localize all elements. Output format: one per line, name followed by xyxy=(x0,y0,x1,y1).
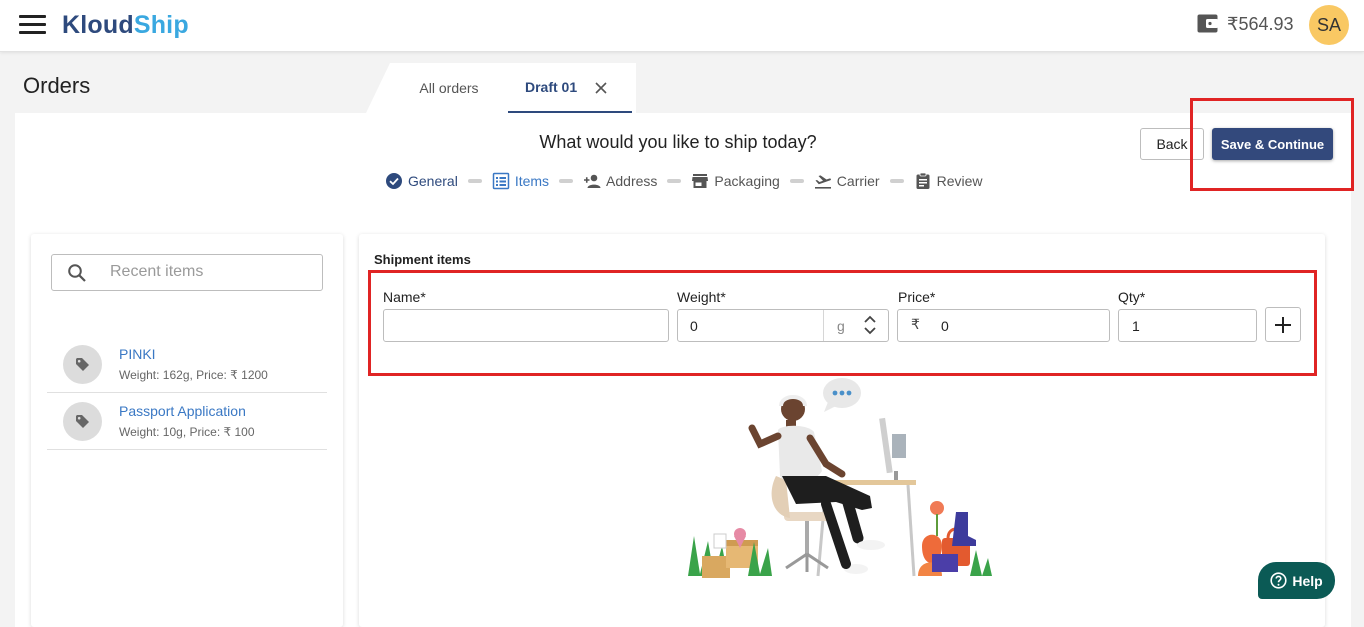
step-review[interactable]: Review xyxy=(914,172,983,190)
close-icon[interactable] xyxy=(594,81,608,95)
step-divider xyxy=(667,179,682,183)
tag-icon xyxy=(76,415,89,428)
list-icon xyxy=(492,172,510,190)
tab-draft-01[interactable]: Draft 01 xyxy=(508,63,632,113)
wallet-icon[interactable] xyxy=(1197,14,1218,33)
recent-item-name: Passport Application xyxy=(119,403,246,419)
recent-search-input[interactable] xyxy=(110,257,310,287)
tab-draft-label: Draft 01 xyxy=(525,79,578,95)
step-divider xyxy=(789,179,804,183)
step-general[interactable]: General xyxy=(385,172,458,190)
step-label: Packaging xyxy=(714,173,780,189)
wallet-balance: ₹564.93 xyxy=(1227,14,1294,34)
step-divider xyxy=(559,179,574,183)
top-bar: KloudShip ₹564.93 SA xyxy=(0,0,1364,52)
step-label: Review xyxy=(936,173,983,189)
item-avatar xyxy=(63,345,102,384)
recent-item-meta: Weight: 10g, Price: ₹ 100 xyxy=(119,425,255,439)
help-circle-icon xyxy=(1270,572,1287,589)
avatar[interactable]: SA xyxy=(1309,5,1349,45)
store-icon xyxy=(692,174,709,188)
check-circle-icon xyxy=(386,173,402,189)
recent-item-passport[interactable]: Passport Application Weight: 10g, Price:… xyxy=(47,393,327,450)
step-label: Items xyxy=(514,173,550,189)
help-label: Help xyxy=(1292,572,1323,589)
app-logo[interactable]: KloudShip xyxy=(62,11,189,40)
flight-takeoff-icon xyxy=(814,175,831,189)
page-title: Orders xyxy=(23,73,91,98)
tag-icon xyxy=(76,358,89,371)
person-add-icon xyxy=(584,174,601,188)
step-carrier[interactable]: Carrier xyxy=(814,172,880,190)
step-items[interactable]: Items xyxy=(492,172,549,190)
wizard-stepper: General Items Address Packaging Carrier … xyxy=(385,170,982,192)
step-label: General xyxy=(408,173,458,189)
step-packaging[interactable]: Packaging xyxy=(691,172,780,190)
clipboard-icon xyxy=(916,172,930,189)
step-label: Carrier xyxy=(836,173,880,189)
recent-item-pinki[interactable]: PINKI Weight: 162g, Price: ₹ 1200 xyxy=(47,336,327,393)
item-avatar xyxy=(63,402,102,441)
menu-icon[interactable] xyxy=(19,15,46,35)
recent-item-name: PINKI xyxy=(119,346,156,362)
tab-all-orders[interactable]: All orders xyxy=(390,63,508,113)
step-divider xyxy=(467,179,482,183)
step-divider xyxy=(889,179,904,183)
highlight-box-items xyxy=(368,270,1317,376)
help-button[interactable]: Help xyxy=(1258,562,1335,599)
search-icon xyxy=(68,264,86,282)
step-address[interactable]: Address xyxy=(583,172,657,190)
highlight-box-save xyxy=(1190,98,1354,191)
person-at-desk-illustration xyxy=(688,378,992,578)
step-label: Address xyxy=(606,173,658,189)
shipment-items-title: Shipment items xyxy=(374,252,471,267)
recent-item-meta: Weight: 162g, Price: ₹ 1200 xyxy=(119,368,268,382)
